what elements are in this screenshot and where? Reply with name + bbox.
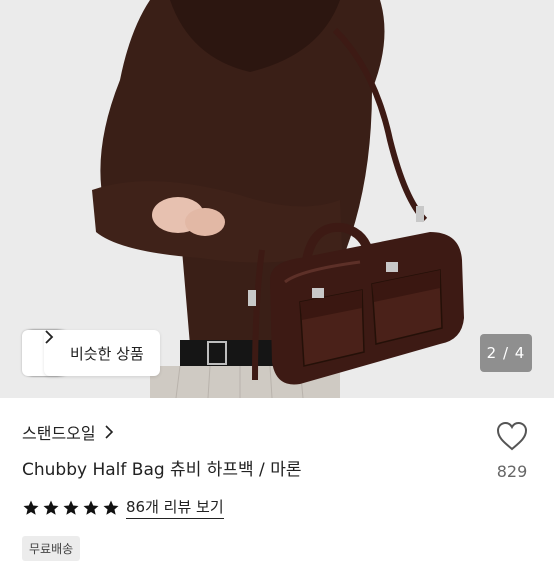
- star-icon: [63, 500, 79, 515]
- review-link[interactable]: 86개 리뷰 보기: [126, 496, 224, 519]
- rating-stars: [22, 499, 120, 517]
- free-shipping-badge: 무료배송: [22, 536, 81, 561]
- heart-outline-icon: [496, 421, 528, 451]
- rating-row: 86개 리뷰 보기: [22, 496, 224, 519]
- chevron-right-icon: [45, 330, 54, 344]
- wishlist-button[interactable]: 829: [486, 420, 538, 481]
- store-link[interactable]: 스탠드오일: [22, 420, 114, 444]
- image-page-indicator: 2 / 4: [480, 334, 532, 372]
- wishlist-count: 829: [496, 462, 528, 481]
- star-icon: [43, 500, 59, 515]
- similar-products-button[interactable]: 비슷한 상품: [44, 330, 160, 376]
- product-title: Chubby Half Bag 츄비 하프백 / 마론: [22, 460, 302, 480]
- star-icon: [103, 500, 119, 515]
- product-image[interactable]: 비슷한 상품 2 / 4: [0, 0, 554, 398]
- similar-products-label: 비슷한 상품: [70, 344, 144, 363]
- star-icon: [23, 500, 39, 515]
- chevron-right-icon: [105, 425, 113, 439]
- similar-products-widget[interactable]: 비슷한 상품: [22, 330, 160, 376]
- store-name: 스탠드오일: [22, 424, 96, 443]
- star-icon: [83, 500, 99, 515]
